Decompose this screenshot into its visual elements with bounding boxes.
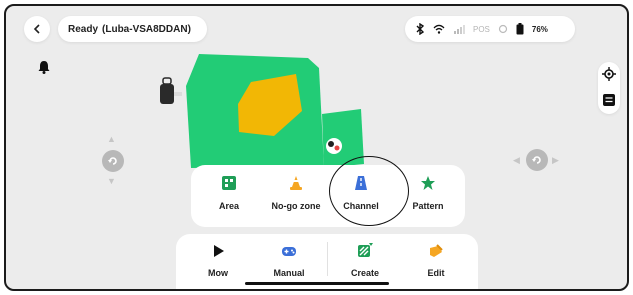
bluetooth-icon bbox=[416, 23, 425, 35]
battery-icon bbox=[516, 23, 524, 35]
edit-label: Edit bbox=[427, 268, 445, 278]
map-tools bbox=[598, 62, 620, 114]
mow-label: Mow bbox=[208, 268, 228, 278]
chevron-left-small-icon: ◀ bbox=[513, 155, 520, 165]
status-text: Ready bbox=[68, 23, 99, 35]
create-area-label: Area bbox=[218, 201, 239, 211]
create-no-go-zone-label: No-go zone bbox=[271, 201, 321, 211]
right-joystick[interactable] bbox=[526, 149, 548, 171]
cellular-signal-icon bbox=[454, 25, 465, 34]
create-label: Create bbox=[350, 268, 379, 278]
create-pattern-label: Pattern bbox=[412, 201, 444, 211]
create-pattern-icon bbox=[358, 243, 373, 257]
chevron-down-icon: ▼ bbox=[107, 176, 116, 186]
rotate-icon bbox=[108, 157, 117, 165]
back-button[interactable] bbox=[24, 16, 50, 42]
edit-button[interactable]: Edit bbox=[416, 234, 456, 289]
connectivity-status-pill: POS 76% bbox=[405, 16, 575, 42]
cone-icon bbox=[290, 176, 302, 190]
layers-icon[interactable] bbox=[602, 93, 616, 107]
pos-label: POS bbox=[473, 24, 490, 34]
device-status-pill[interactable]: Ready (Luba-VSA8DDAN) bbox=[58, 16, 207, 42]
app-screen: Ready (Luba-VSA8DDAN) POS 76% ▲ ▼ ◀ ▶ Ar… bbox=[4, 4, 629, 291]
gamepad-icon bbox=[282, 247, 296, 256]
bell-icon[interactable] bbox=[36, 59, 52, 75]
create-no-go-zone-button[interactable]: No-go zone bbox=[261, 165, 331, 227]
battery-percent: 76% bbox=[531, 24, 548, 34]
chevron-up-icon: ▲ bbox=[107, 134, 116, 144]
chevron-right-small-icon: ▶ bbox=[552, 155, 559, 165]
manual-button[interactable]: Manual bbox=[264, 234, 314, 289]
toolbar-divider bbox=[327, 242, 328, 276]
chevron-left-icon bbox=[33, 24, 40, 34]
device-name: (Luba-VSA8DDAN) bbox=[102, 23, 191, 35]
create-pattern-button[interactable]: Pattern bbox=[403, 165, 453, 227]
star-icon bbox=[421, 176, 435, 190]
left-joystick[interactable] bbox=[102, 150, 124, 172]
create-area-button[interactable]: Area bbox=[209, 165, 249, 227]
mow-button[interactable]: Mow bbox=[198, 234, 238, 289]
highlight-circle bbox=[329, 156, 409, 226]
home-indicator[interactable] bbox=[245, 282, 389, 285]
area-grid-icon bbox=[222, 176, 236, 190]
rotate-icon bbox=[532, 156, 541, 164]
gps-signal-icon bbox=[498, 24, 508, 34]
wifi-icon bbox=[433, 24, 445, 34]
mower-position-icon bbox=[326, 138, 342, 154]
create-menu: Area No-go zone Channel Pattern bbox=[191, 165, 465, 227]
bottom-toolbar: Mow Manual Create Edit bbox=[176, 234, 478, 289]
charging-station-icon[interactable] bbox=[160, 77, 182, 104]
manual-label: Manual bbox=[273, 268, 305, 278]
create-button[interactable]: Create bbox=[340, 234, 390, 289]
play-icon bbox=[214, 245, 224, 257]
edit-icon bbox=[430, 244, 443, 257]
locate-icon[interactable] bbox=[602, 67, 616, 81]
